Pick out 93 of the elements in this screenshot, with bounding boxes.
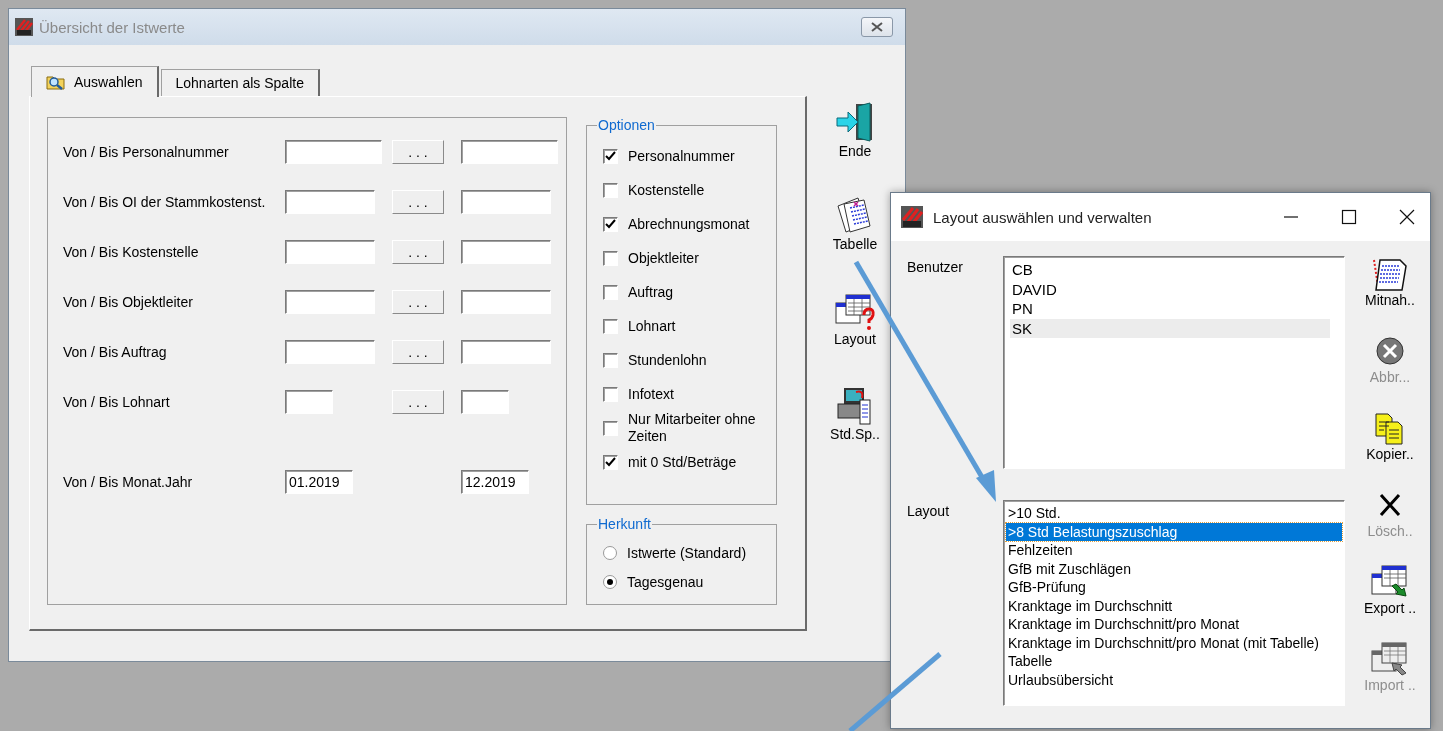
- checkbox-label: Abrechnungsmonat: [628, 215, 750, 233]
- to-field[interactable]: [461, 240, 551, 264]
- to-field[interactable]: [461, 390, 509, 414]
- checkbox-label: Personalnummer: [628, 147, 735, 165]
- list-item[interactable]: Kranktage im Durchschnitt: [1006, 596, 1342, 615]
- browse-button[interactable]: . . .: [392, 390, 444, 414]
- checkbox-label: mit 0 Std/Beträge: [628, 453, 737, 471]
- radio-label: Istwerte (Standard): [627, 544, 747, 561]
- close-button[interactable]: [861, 17, 893, 37]
- browse-button[interactable]: . . .: [392, 190, 444, 214]
- to-field[interactable]: 12.2019: [461, 470, 529, 494]
- toolbar-button[interactable]: Layout: [833, 291, 876, 374]
- checkbox[interactable]: [603, 454, 618, 470]
- to-field[interactable]: [461, 190, 551, 214]
- list-label: Benutzer: [907, 258, 965, 275]
- checkbox-label: Auftrag: [628, 283, 674, 301]
- from-field[interactable]: [285, 140, 382, 164]
- checkbox[interactable]: [603, 420, 618, 436]
- list-item[interactable]: Tabelle: [1006, 652, 1342, 671]
- toolbar-button[interactable]: Kopier..: [1366, 410, 1414, 487]
- group-title: Optionen: [597, 117, 656, 133]
- list-item[interactable]: Urlaubsübersicht: [1006, 670, 1342, 689]
- toolbar-button[interactable]: Mitnah..: [1365, 256, 1415, 333]
- app-icon: [901, 206, 923, 228]
- browse-button[interactable]: . . .: [392, 290, 444, 314]
- to-field[interactable]: [461, 290, 551, 314]
- document-icon: [1370, 256, 1410, 292]
- list-item[interactable]: SK: [1010, 318, 1330, 338]
- browse-button[interactable]: . . .: [392, 340, 444, 364]
- toolbar-button[interactable]: Tabelle: [832, 196, 878, 279]
- checkbox[interactable]: [603, 318, 618, 334]
- field-label: Von / Bis Lohnart: [63, 394, 171, 410]
- checkbox-label: Infotext: [628, 385, 674, 403]
- field-label: Von / Bis Monat.Jahr: [63, 474, 194, 490]
- list-item[interactable]: >10 Std.: [1006, 504, 1342, 523]
- tab[interactable]: Lohnarten als Spalte: [160, 69, 320, 96]
- list-item[interactable]: Fehlzeiten: [1006, 541, 1342, 560]
- from-field[interactable]: 01.2019: [285, 470, 353, 494]
- field-label: Von / Bis Auftrag: [63, 344, 168, 360]
- table-import-icon: [1370, 641, 1410, 677]
- radio-button[interactable]: [603, 545, 617, 560]
- from-field[interactable]: [285, 240, 375, 264]
- list-item[interactable]: DAVID: [1010, 279, 1330, 299]
- list-item[interactable]: Kranktage im Durchschnitt/pro Monat: [1006, 615, 1342, 634]
- group-title: Herkunft: [597, 516, 652, 532]
- minimize-icon: [1284, 216, 1298, 218]
- maximize-icon: [1341, 209, 1357, 225]
- to-field[interactable]: [461, 340, 551, 364]
- from-field[interactable]: [285, 190, 375, 214]
- checkbox[interactable]: [603, 352, 618, 368]
- checkbox[interactable]: [603, 148, 618, 164]
- table-question-icon: [834, 291, 876, 331]
- window-title: Layout auswählen und verwalten: [933, 208, 1152, 226]
- browse-button[interactable]: . . .: [392, 240, 444, 264]
- toolbar-button[interactable]: Std.Sp..: [830, 386, 880, 469]
- table-export-icon: [1370, 564, 1410, 600]
- from-field[interactable]: [285, 290, 375, 314]
- field-label: Von / Bis Kostenstelle: [63, 244, 200, 260]
- checkbox[interactable]: [603, 386, 618, 402]
- checkbox-label: Kostenstelle: [628, 181, 705, 199]
- checkbox[interactable]: [603, 284, 618, 300]
- window-title: Übersicht der Istwerte: [39, 18, 185, 36]
- close-icon: [871, 22, 883, 32]
- from-field[interactable]: [285, 340, 375, 364]
- app-icon: [15, 18, 33, 36]
- from-field[interactable]: [285, 390, 333, 414]
- radio-button[interactable]: [603, 574, 617, 589]
- checkbox[interactable]: [603, 250, 618, 266]
- layout-list[interactable]: [1003, 500, 1345, 706]
- field-label: Von / Bis OI der Stammkostenst.: [63, 194, 267, 210]
- list-item[interactable]: GfB-Prüfung: [1006, 578, 1342, 597]
- browse-button[interactable]: . . .: [392, 140, 444, 164]
- checkbox-label: Nur Mitarbeiter ohne Zeiten: [628, 411, 757, 445]
- field-label: Von / Bis Objektleiter: [63, 294, 194, 310]
- to-field[interactable]: [461, 140, 558, 164]
- list-item[interactable]: CB: [1010, 260, 1330, 280]
- list-label: Layout: [907, 502, 951, 519]
- field-label: Von / Bis Personalnummer: [63, 144, 230, 160]
- checkbox-label: Stundenlohn: [628, 351, 707, 369]
- tab[interactable]: Auswahlen: [31, 66, 159, 97]
- radio-label: Tagesgenau: [627, 573, 704, 590]
- user-list[interactable]: CB DAVID PN SK: [1003, 256, 1345, 469]
- checkbox-label: Lohnart: [628, 317, 676, 335]
- toolbar-button[interactable]: Ende: [834, 101, 876, 184]
- checkbox-label: Objektleiter: [628, 249, 699, 267]
- list-item[interactable]: >8 Std Belastungszuschlag: [1006, 522, 1342, 541]
- list-item[interactable]: GfB mit Zuschlägen: [1006, 559, 1342, 578]
- close-icon: [1399, 209, 1415, 225]
- list-item[interactable]: PN: [1010, 299, 1330, 319]
- toolbar-button[interactable]: Export ..: [1363, 564, 1417, 641]
- checkbox[interactable]: [603, 182, 618, 198]
- checkbox[interactable]: [603, 216, 618, 232]
- list-item[interactable]: Kranktage im Durchschnitt/pro Monat (mit Tabelle): [1006, 633, 1342, 652]
